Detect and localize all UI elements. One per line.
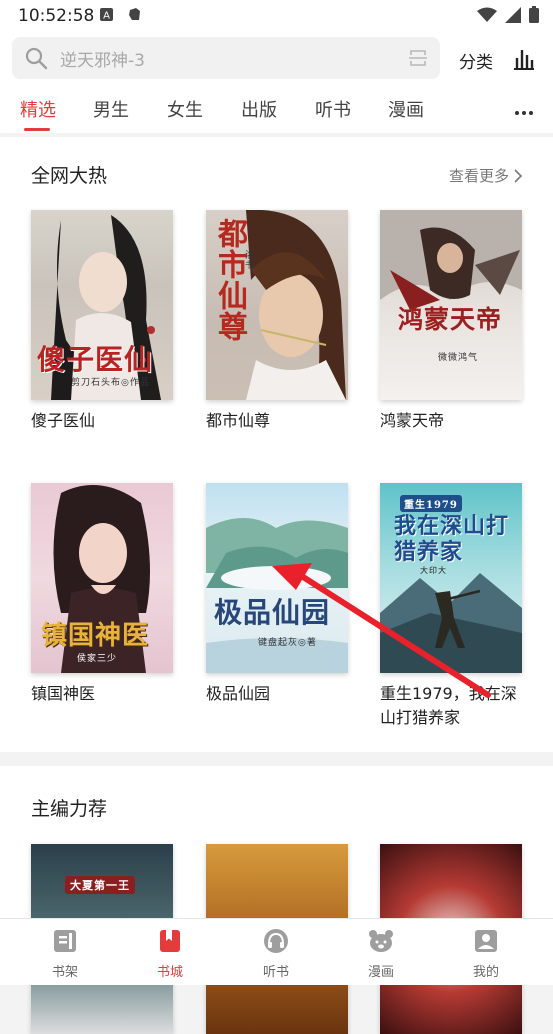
cover-title: 都市仙尊 bbox=[212, 218, 247, 342]
book-cover[interactable]: 镇国神医 侯家三少 bbox=[31, 483, 173, 673]
book-title[interactable]: 傻子医仙 bbox=[31, 409, 173, 433]
headphones-icon bbox=[264, 929, 288, 953]
section-title: 全网大热 bbox=[31, 165, 108, 187]
signal-icon bbox=[505, 6, 521, 23]
status-bar: 10:52:58 A bbox=[0, 0, 553, 32]
book-card[interactable]: 重生1979 我在深山打猎养家 大印大 重生1979，我在深山打猎养家 bbox=[380, 483, 522, 730]
tab-male[interactable]: 男生 bbox=[93, 96, 129, 122]
nav-audiobook[interactable]: 听书 bbox=[246, 927, 306, 980]
channel-tabs: 精选 男生 女生 出版 听书 漫画 bbox=[0, 94, 553, 133]
scan-icon[interactable] bbox=[408, 48, 428, 68]
nav-bookshelf[interactable]: 书架 bbox=[35, 927, 95, 980]
status-time: 10:52:58 bbox=[18, 6, 95, 26]
category-button[interactable]: 分类 bbox=[459, 48, 493, 73]
book-title[interactable]: 鸿蒙天帝 bbox=[380, 409, 522, 433]
book-cover[interactable]: 鸿蒙天帝 微微鸿气 bbox=[380, 210, 522, 400]
book-cover[interactable]: 重生1979 我在深山打猎养家 大印大 bbox=[380, 483, 522, 673]
svg-text:A: A bbox=[103, 11, 110, 22]
bottom-nav: 书架 书城 听书 漫画 我的 bbox=[0, 918, 553, 985]
cover-title: 镇国神医 bbox=[41, 621, 150, 651]
bear-icon bbox=[369, 930, 393, 952]
book-title[interactable]: 都市仙尊 bbox=[206, 409, 348, 433]
book-card[interactable]: 极品仙园 键盘起灰◎著 极品仙园 bbox=[206, 483, 348, 706]
chevron-right-icon bbox=[514, 168, 523, 183]
cover-badge: 重生1979 bbox=[400, 495, 462, 512]
tabs-fade bbox=[478, 94, 506, 133]
bookshelf-icon bbox=[54, 930, 76, 952]
active-tab-indicator bbox=[24, 128, 50, 131]
nav-profile[interactable]: 我的 bbox=[456, 927, 516, 980]
book-cover[interactable]: 傻子医仙 剪刀石头布◎作品 bbox=[31, 210, 173, 400]
hot-section: 全网大热 查看更多 傻子医仙 剪刀石头布◎作品 傻子医仙 都市仙尊 洛书 都市仙… bbox=[0, 137, 553, 752]
nav-comics[interactable]: 漫画 bbox=[351, 927, 411, 980]
cover-title: 大夏第一王 bbox=[65, 876, 135, 894]
nav-bookstore[interactable]: 书城 bbox=[140, 927, 200, 980]
tab-publishing[interactable]: 出版 bbox=[241, 96, 277, 122]
ranking-icon[interactable] bbox=[512, 46, 536, 70]
bookstore-icon bbox=[160, 930, 180, 952]
book-cover[interactable]: 极品仙园 键盘起灰◎著 bbox=[206, 483, 348, 673]
search-bar[interactable]: 逆天邪神-3 bbox=[12, 37, 440, 79]
search-icon bbox=[25, 47, 48, 70]
battery-icon bbox=[529, 6, 539, 23]
tab-female[interactable]: 女生 bbox=[167, 96, 203, 122]
nav-label: 书城 bbox=[156, 965, 183, 980]
cover-author: 大印大 bbox=[420, 566, 447, 575]
book-card[interactable]: 镇国神医 侯家三少 镇国神医 bbox=[31, 483, 173, 706]
nav-label: 我的 bbox=[472, 965, 499, 980]
cover-author: 侯家三少 bbox=[77, 654, 118, 664]
cover-title: 鸿蒙天帝 bbox=[398, 305, 503, 334]
accessibility-notification-icon: A bbox=[100, 8, 113, 21]
system-icons bbox=[477, 6, 539, 23]
cover-author: 剪刀石头布◎作品 bbox=[71, 378, 150, 388]
nav-label: 书架 bbox=[51, 965, 78, 980]
top-header: 逆天邪神-3 分类 精选 男生 女生 出版 听书 漫画 bbox=[0, 32, 553, 133]
tab-audiobook[interactable]: 听书 bbox=[315, 96, 351, 122]
book-title[interactable]: 极品仙园 bbox=[206, 682, 348, 706]
book-card[interactable]: 都市仙尊 洛书 都市仙尊 bbox=[206, 210, 348, 433]
nav-label: 听书 bbox=[262, 965, 289, 980]
tab-comics[interactable]: 漫画 bbox=[388, 96, 424, 122]
tab-featured[interactable]: 精选 bbox=[20, 96, 56, 122]
search-placeholder: 逆天邪神-3 bbox=[60, 50, 145, 71]
see-more-label: 查看更多 bbox=[448, 167, 509, 185]
book-cover[interactable]: 都市仙尊 洛书 bbox=[206, 210, 348, 400]
cover-title: 傻子医仙 bbox=[37, 343, 154, 376]
nav-label: 漫画 bbox=[367, 965, 394, 980]
book-title[interactable]: 镇国神医 bbox=[31, 682, 173, 706]
cover-author: 微微鸿气 bbox=[438, 353, 479, 363]
book-title[interactable]: 重生1979，我在深山打猎养家 bbox=[380, 682, 522, 730]
cover-title: 我在深山打猎养家 bbox=[394, 513, 510, 565]
see-more-link[interactable]: 查看更多 bbox=[449, 165, 523, 186]
cover-author: 键盘起灰◎著 bbox=[258, 638, 317, 648]
wifi-icon bbox=[477, 7, 497, 22]
cover-title: 极品仙园 bbox=[214, 596, 331, 629]
more-options-icon[interactable] bbox=[511, 102, 537, 124]
book-card[interactable]: 傻子医仙 剪刀石头布◎作品 傻子医仙 bbox=[31, 210, 173, 433]
shield-notification-icon bbox=[129, 8, 140, 20]
section-title: 主编力荐 bbox=[31, 798, 108, 820]
book-card[interactable]: 鸿蒙天帝 微微鸿气 鸿蒙天帝 bbox=[380, 210, 522, 433]
profile-icon bbox=[475, 930, 497, 952]
cover-author: 洛书 bbox=[243, 250, 253, 270]
